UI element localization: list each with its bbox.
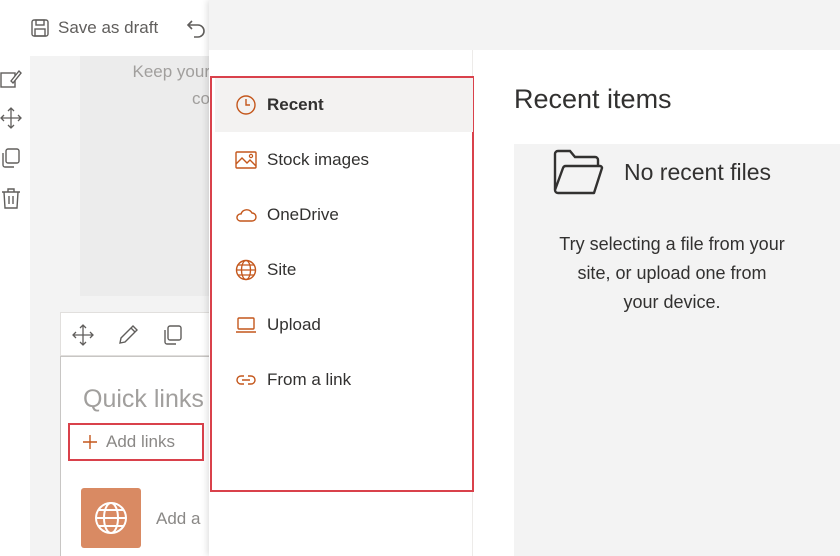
link-icon (236, 375, 256, 385)
nav-item-label: Recent (267, 95, 324, 114)
picker-header (209, 0, 840, 50)
nav-item-onedrive[interactable]: OneDrive (215, 188, 473, 242)
picker-main: Recent items No recent files Try selecti… (474, 50, 840, 556)
webpart-side-toolbar (0, 56, 30, 556)
picker-nav-highlight: Recent Stock images OneDrive Site Upload… (210, 76, 474, 492)
quick-link-tile[interactable] (81, 488, 141, 548)
globe-icon (235, 259, 257, 281)
move-icon[interactable] (71, 323, 95, 347)
empty-state (514, 144, 840, 556)
add-links-label: Add links (106, 432, 175, 451)
nav-item-recent[interactable]: Recent (215, 78, 473, 132)
edit-icon[interactable] (116, 323, 140, 347)
save-as-draft-label: Save as draft (58, 18, 159, 37)
nav-item-label: From a link (267, 370, 352, 389)
file-picker-panel: Recent Stock images OneDrive Site Upload… (209, 0, 840, 556)
page-title: Recent items (514, 84, 672, 114)
quick-links-title: Quick links (83, 385, 204, 413)
empty-state-hint: Try selecting a file from your site, or … (559, 234, 785, 312)
move-icon[interactable] (0, 107, 22, 129)
save-as-draft-button[interactable]: Save as draft (30, 14, 158, 42)
add-links-button[interactable]: Add links (68, 423, 204, 461)
save-icon (31, 19, 49, 37)
cloud-icon (236, 209, 257, 222)
nav-item-stock-images[interactable]: Stock images (215, 133, 473, 187)
quick-links-toolbar (60, 312, 210, 356)
text-webpart-placeholder: Keep your co (132, 62, 211, 108)
text-webpart[interactable]: Keep your co (80, 56, 210, 296)
delete-icon[interactable] (0, 187, 22, 209)
nav-item-from-a-link[interactable]: From a link (215, 353, 473, 407)
nav-item-label: Stock images (267, 150, 370, 169)
image-icon (235, 151, 257, 169)
plus-icon (83, 435, 97, 449)
clock-icon (236, 95, 256, 115)
empty-state-header: No recent files (552, 148, 771, 196)
copy-icon[interactable] (161, 323, 185, 347)
laptop-icon (236, 317, 256, 333)
nav-item-site[interactable]: Site (215, 243, 473, 297)
undo-icon[interactable] (184, 16, 208, 40)
nav-item-label: OneDrive (267, 205, 339, 224)
folder-icon (553, 149, 604, 195)
globe-icon (95, 502, 127, 534)
nav-item-label: Site (267, 260, 297, 279)
nav-item-label: Upload (267, 315, 321, 334)
edit-icon[interactable] (0, 68, 22, 90)
nav-item-upload[interactable]: Upload (215, 298, 473, 352)
copy-icon[interactable] (0, 147, 22, 169)
quick-link-item-text: Add a (156, 509, 201, 528)
empty-state-title: No recent files (624, 158, 772, 185)
